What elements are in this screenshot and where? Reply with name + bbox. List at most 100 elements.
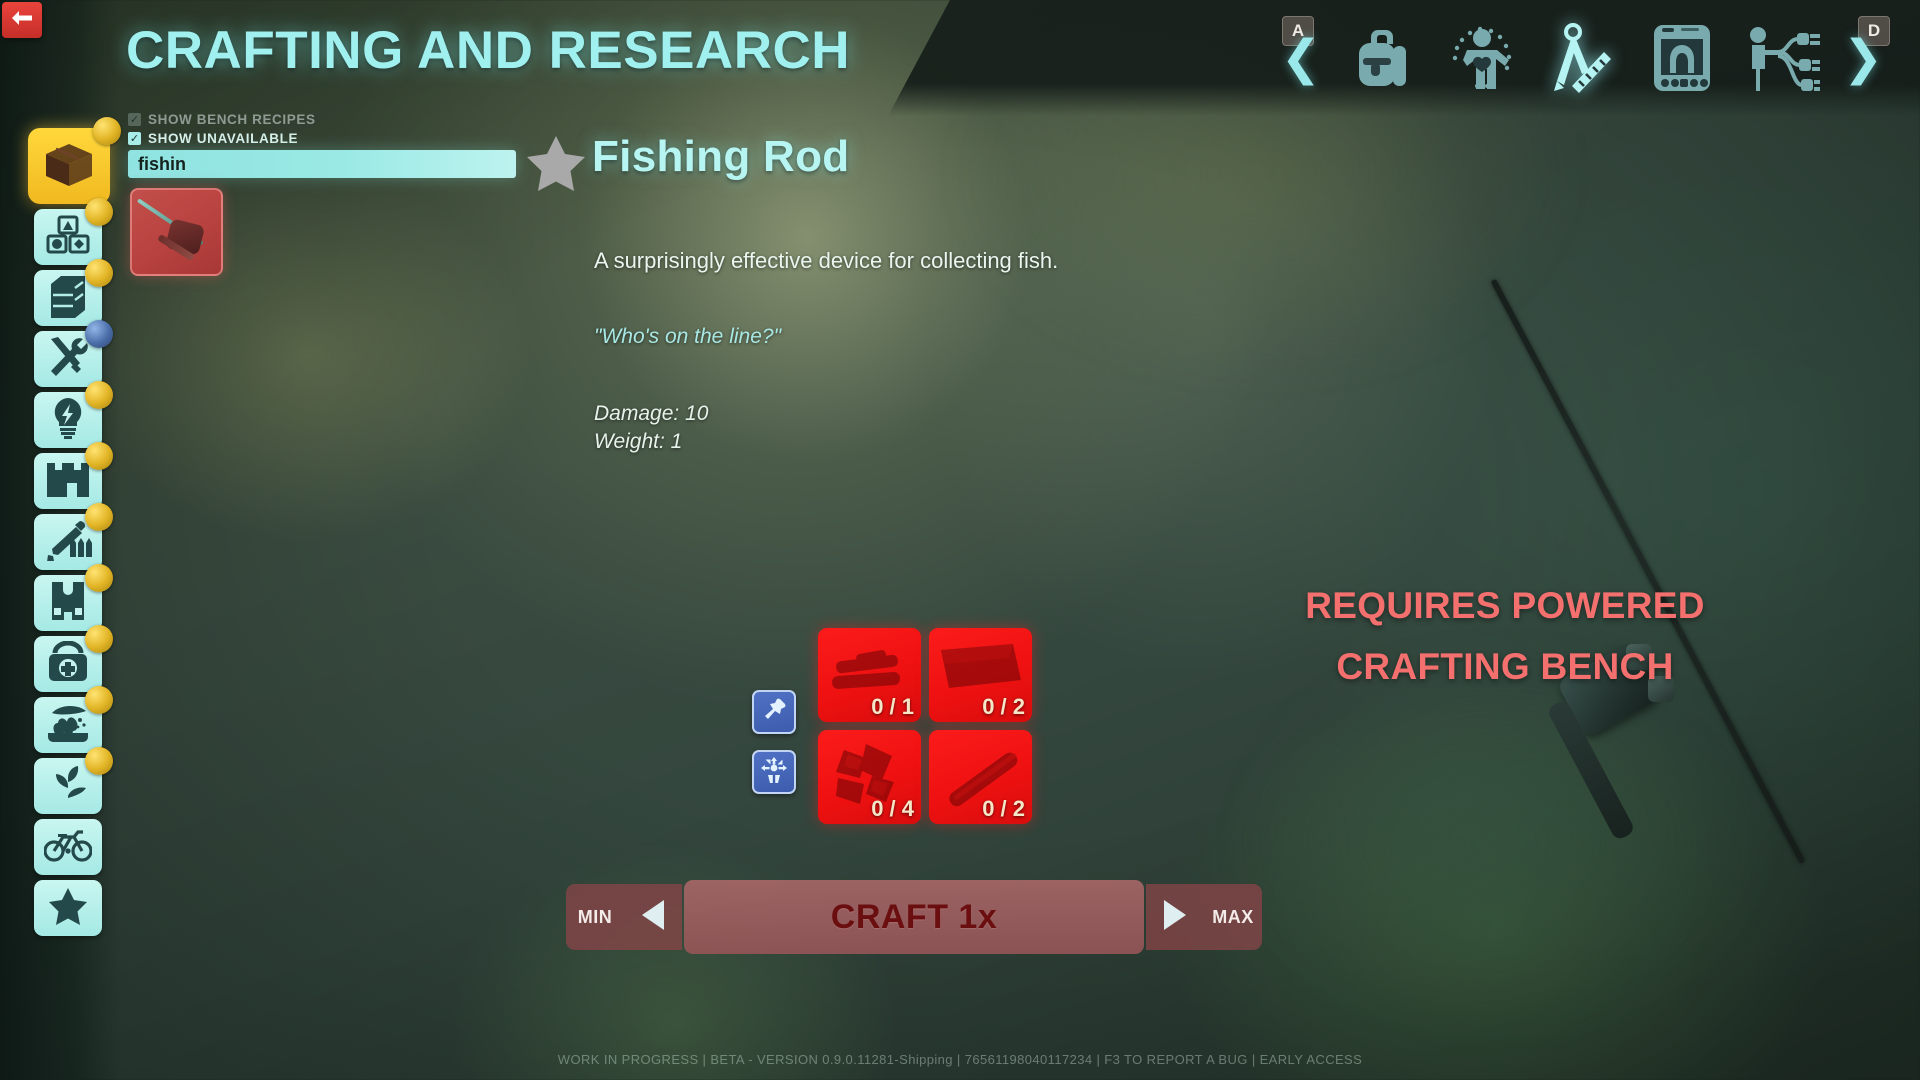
rod-shaft — [1490, 278, 1806, 865]
sidebar-item-all-items[interactable] — [26, 117, 121, 206]
checkbox-box-bench: ✓ — [128, 113, 141, 126]
sidebar-item-structures[interactable] — [32, 442, 113, 511]
recipe-result-fishing-rod[interactable] — [130, 188, 223, 276]
tab-character[interactable] — [1434, 15, 1530, 101]
box-icon — [42, 140, 96, 193]
page-title: CRAFTING AND RESEARCH — [126, 21, 851, 80]
back-arrow-icon — [10, 9, 34, 32]
ingredient-slot-scrap-metal[interactable]: 0 / 4 — [818, 730, 921, 824]
star-icon — [47, 886, 89, 931]
game-screen: A D ❮ ❯ CRAFTING AND RESEARCH ✓ SHOW BEN… — [0, 0, 1920, 1080]
bicycle-icon — [43, 828, 93, 867]
category-badge — [85, 747, 113, 775]
prev-tab-button[interactable]: ❮ — [1272, 19, 1330, 97]
search-input-value: fishin — [138, 153, 186, 174]
craft-min-button[interactable]: MIN — [566, 884, 624, 950]
sidebar-item-electrical[interactable] — [32, 381, 113, 450]
category-badge — [85, 625, 113, 653]
back-button[interactable] — [2, 2, 42, 38]
item-description: A surprisingly effective device for coll… — [594, 248, 1059, 273]
item-flavor-text: "Who's on the line?" — [594, 325, 782, 348]
pin-recipe-button[interactable] — [752, 690, 796, 734]
category-badge — [85, 320, 113, 348]
category-badge — [85, 686, 113, 714]
ingredient-slot-plastic-sheet[interactable]: 0 / 2 — [929, 628, 1032, 722]
tab-inventory[interactable] — [1334, 15, 1430, 101]
stat-damage: Damage: 10 — [594, 402, 709, 425]
character-status-icon — [1447, 25, 1517, 91]
ingredient-count: 0 / 1 — [871, 694, 914, 719]
category-badge — [85, 442, 113, 470]
skill-tree-icon — [1744, 23, 1820, 93]
category-badge — [85, 381, 113, 409]
category-badge — [85, 564, 113, 592]
shapes-blocks-icon — [46, 215, 90, 260]
checkbox-label-bench: SHOW BENCH RECIPES — [148, 112, 316, 127]
sidebar-item-armor[interactable] — [32, 564, 113, 633]
tab-strip: ❮ ❯ — [1272, 6, 1892, 110]
triangle-right-icon — [1160, 898, 1190, 937]
sidebar-item-furniture[interactable] — [32, 259, 113, 328]
craft-decrease-button[interactable] — [624, 884, 682, 950]
sword-ammo-icon — [44, 519, 92, 566]
cooking-pot-icon — [44, 703, 92, 748]
favorite-toggle[interactable] — [525, 134, 587, 197]
search-input[interactable]: fishin — [128, 150, 516, 178]
castle-icon — [45, 459, 91, 504]
tab-codex[interactable] — [1634, 15, 1730, 101]
lightbulb-icon — [49, 396, 87, 445]
ingredient-count: 0 / 2 — [982, 694, 1025, 719]
ingredient-count: 0 / 2 — [982, 796, 1025, 821]
triangle-left-icon — [638, 898, 668, 937]
craft-button-label: CRAFT 1x — [830, 897, 998, 936]
ingredient-row: 0 / 1 0 / 2 — [818, 628, 1032, 722]
craft-max-button[interactable]: MAX — [1204, 884, 1262, 950]
category-badge — [93, 117, 121, 145]
checkbox-box-unavailable: ✓ — [128, 132, 141, 145]
recipe-side-actions — [752, 690, 796, 810]
tools-icon — [45, 335, 91, 384]
stat-weight: Weight: 1 — [594, 429, 683, 453]
sidebar-item-weapons[interactable] — [32, 503, 113, 572]
category-rail — [28, 117, 121, 939]
medkit-icon — [45, 640, 91, 688]
warning-line-2: CRAFTING BENCH — [1336, 646, 1674, 688]
craft-control-bar: MIN CRAFT 1x MAX — [566, 880, 1262, 954]
category-badge — [85, 259, 113, 287]
backpack-icon — [1351, 26, 1413, 90]
pda-tablet-icon — [1651, 23, 1713, 93]
sidebar-item-medical[interactable] — [32, 625, 113, 694]
checkbox-label-unavailable: SHOW UNAVAILABLE — [148, 131, 299, 146]
item-stats: Damage: 10 Weight: 1 — [594, 400, 708, 456]
sidebar-item-farming[interactable] — [32, 747, 113, 816]
scatter-box-icon — [760, 756, 788, 789]
vest-icon — [46, 580, 90, 627]
compass-ruler-icon — [1549, 23, 1615, 93]
category-badge — [85, 503, 113, 531]
craft-button[interactable]: CRAFT 1x — [684, 880, 1144, 954]
ingredient-count: 0 / 4 — [871, 796, 914, 821]
ingredient-grid: 0 / 1 0 / 2 0 / 4 0 / 2 — [818, 628, 1032, 832]
next-tab-button[interactable]: ❯ — [1834, 19, 1892, 97]
checkbox-show-bench-recipes[interactable]: ✓ SHOW BENCH RECIPES — [128, 112, 316, 127]
requirement-warning: REQUIRES POWERED CRAFTING BENCH — [1270, 575, 1740, 697]
ingredient-sources-button[interactable] — [752, 750, 796, 794]
checkbox-show-unavailable[interactable]: ✓ SHOW UNAVAILABLE — [128, 131, 298, 146]
tab-crafting[interactable] — [1534, 15, 1630, 101]
ingredient-row: 0 / 4 0 / 2 — [818, 730, 1032, 824]
item-title: Fishing Rod — [592, 132, 850, 181]
tab-skills[interactable] — [1734, 15, 1830, 101]
build-info-footer: WORK IN PROGRESS | BETA - VERSION 0.9.0.… — [557, 1052, 1363, 1067]
dresser-icon — [47, 274, 89, 323]
sidebar-item-resources[interactable] — [32, 198, 113, 267]
category-badge — [85, 198, 113, 226]
craft-increase-button[interactable] — [1146, 884, 1204, 950]
sidebar-item-food[interactable] — [32, 686, 113, 755]
sidebar-item-vehicles[interactable] — [32, 817, 104, 877]
warning-line-1: REQUIRES POWERED — [1305, 585, 1705, 626]
sidebar-item-favorites[interactable] — [32, 878, 104, 938]
ingredient-slot-metal-rod[interactable]: 0 / 2 — [929, 730, 1032, 824]
pin-icon — [761, 697, 787, 728]
sidebar-item-tools[interactable] — [32, 320, 113, 389]
ingredient-slot-tape[interactable]: 0 / 1 — [818, 628, 921, 722]
